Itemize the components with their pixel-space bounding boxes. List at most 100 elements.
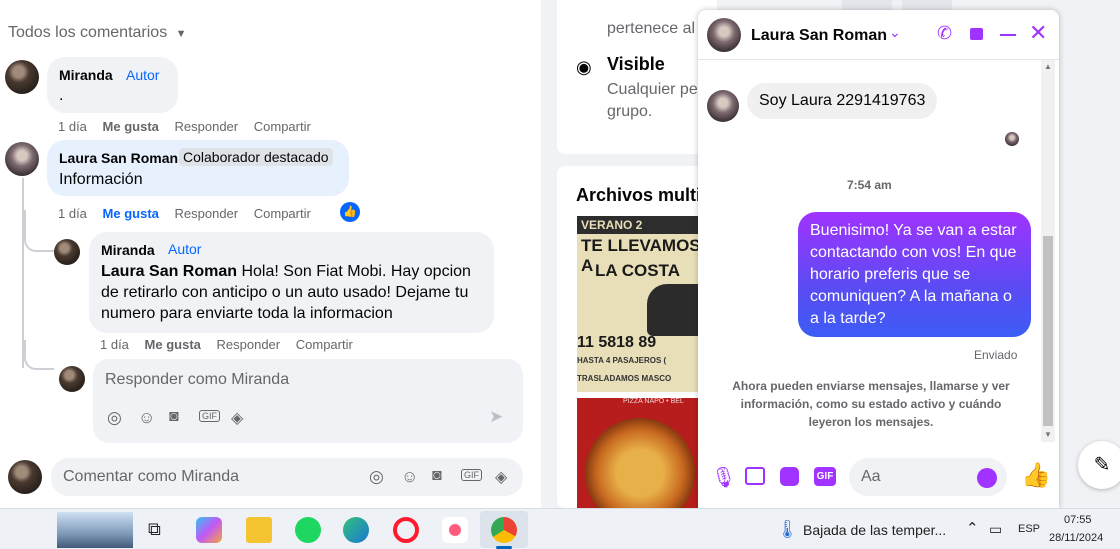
sticker-icon[interactable]: ◈ bbox=[231, 408, 243, 428]
like-button[interactable]: Me gusta bbox=[103, 119, 159, 134]
message-text: Soy Laura 2291419763 bbox=[759, 92, 926, 109]
sticker-icon[interactable]: ◈ bbox=[495, 467, 507, 487]
camera-icon[interactable]: ◙ bbox=[169, 408, 179, 426]
incoming-message[interactable]: Soy Laura 2291419763 bbox=[747, 83, 938, 119]
message-input[interactable]: Aa bbox=[849, 458, 1007, 496]
chevron-up-icon[interactable]: ⌃ bbox=[966, 519, 979, 537]
chevron-down-icon: ▼ bbox=[175, 28, 187, 40]
comment-author[interactable]: Miranda bbox=[101, 242, 155, 258]
reply-button[interactable]: Responder bbox=[217, 337, 281, 352]
clock-time[interactable]: 07:55 bbox=[1064, 514, 1092, 526]
language-indicator[interactable]: ESP bbox=[1018, 523, 1040, 535]
outgoing-message[interactable]: Buenisimo! Ya se van a estar contactando… bbox=[798, 212, 1031, 337]
share-button[interactable]: Compartir bbox=[296, 337, 353, 352]
sticker-icon[interactable] bbox=[780, 467, 799, 486]
comment-bubble: Miranda Autor . bbox=[47, 57, 178, 113]
like-reaction-icon[interactable]: 👍 bbox=[340, 202, 360, 222]
camera-icon[interactable]: ◙ bbox=[432, 467, 442, 485]
like-button[interactable]: Me gusta bbox=[103, 206, 159, 221]
microphone-icon[interactable]: 🎙 bbox=[711, 465, 736, 490]
emoji-icon[interactable]: ☺ bbox=[138, 408, 155, 428]
copilot-icon[interactable] bbox=[196, 517, 222, 543]
thermometer-icon[interactable]: 🌡 bbox=[776, 519, 799, 540]
emoji-icon[interactable] bbox=[977, 468, 997, 488]
comment-time[interactable]: 1 día bbox=[58, 119, 87, 134]
ad-banner-text: VERANO 2 bbox=[577, 216, 707, 234]
media-thumbnail[interactable]: VERANO 2 TE LLEVAMOS A LA COSTA 11 5818 … bbox=[577, 216, 707, 392]
gif-icon[interactable]: GIF bbox=[814, 467, 836, 486]
share-button[interactable]: Compartir bbox=[254, 206, 311, 221]
widgets-button[interactable] bbox=[57, 512, 133, 548]
avatar[interactable] bbox=[8, 460, 42, 494]
scrollbar[interactable]: ▲ ▼ bbox=[1041, 60, 1055, 442]
photo-icon[interactable] bbox=[745, 467, 765, 485]
file-explorer-icon[interactable] bbox=[246, 517, 272, 543]
chevron-down-icon[interactable]: ⌄ bbox=[889, 24, 901, 41]
comment-box[interactable]: Comentar como Miranda ◎ ☺ ◙ GIF ◈ bbox=[51, 458, 523, 496]
app-icon[interactable] bbox=[442, 517, 468, 543]
chrome-icon[interactable] bbox=[491, 517, 517, 543]
weather-text[interactable]: Bajada de las temper... bbox=[803, 522, 946, 538]
gif-icon[interactable]: GIF bbox=[461, 469, 482, 481]
visible-desc-cont: grupo. bbox=[607, 103, 653, 120]
files-title[interactable]: Archivos multi bbox=[576, 185, 701, 206]
visible-title: Visible bbox=[607, 54, 665, 74]
avatar[interactable] bbox=[5, 142, 39, 176]
avatar-sticker-icon[interactable]: ◎ bbox=[369, 467, 384, 487]
comment-input[interactable]: Comentar como Miranda bbox=[63, 468, 239, 486]
media-thumbnail[interactable]: PIZZA NAPO • BEL bbox=[577, 398, 707, 508]
gif-icon[interactable]: GIF bbox=[199, 410, 220, 422]
mention-link[interactable]: Laura San Roman bbox=[101, 263, 237, 280]
comment-time[interactable]: 1 día bbox=[58, 206, 87, 221]
comment-bubble: Laura San Roman Colaborador destacado In… bbox=[47, 140, 349, 196]
send-icon[interactable]: ➤ bbox=[489, 407, 503, 427]
task-view-icon[interactable]: ⧉ bbox=[148, 519, 161, 540]
thread-connector bbox=[24, 210, 54, 252]
spotify-icon[interactable] bbox=[295, 517, 321, 543]
avatar[interactable] bbox=[707, 90, 739, 122]
ad-detail: HASTA 4 PASAJEROS ( bbox=[577, 356, 667, 365]
privacy-text: pertenece al bbox=[607, 20, 696, 37]
like-button[interactable]: Me gusta bbox=[145, 337, 201, 352]
comment-author[interactable]: Miranda bbox=[59, 67, 113, 83]
author-badge: Autor bbox=[168, 241, 202, 257]
comment-time[interactable]: 1 día bbox=[100, 337, 129, 352]
reply-button[interactable]: Responder bbox=[175, 119, 239, 134]
close-icon[interactable]: ✕ bbox=[1029, 20, 1047, 46]
avatar[interactable] bbox=[707, 18, 741, 52]
visible-desc: Cualquier pe bbox=[607, 81, 698, 98]
comment-text: Información bbox=[59, 171, 143, 188]
reply-input[interactable]: Responder como Miranda bbox=[105, 371, 289, 389]
minimize-icon[interactable] bbox=[1000, 34, 1016, 36]
new-message-button[interactable]: ✎ bbox=[1078, 441, 1120, 489]
author-badge: Autor bbox=[126, 67, 160, 83]
scroll-up-icon[interactable]: ▲ bbox=[1044, 62, 1052, 71]
ad-detail: TRASLADAMOS MASCO bbox=[577, 374, 672, 383]
phone-icon[interactable]: ✆ bbox=[937, 23, 952, 44]
comment-author[interactable]: Laura San Roman bbox=[59, 150, 178, 166]
avatar[interactable] bbox=[59, 366, 85, 392]
encryption-notice: Ahora pueden enviarse mensajes, llamarse… bbox=[732, 379, 1010, 429]
eye-icon: ◉ bbox=[576, 57, 592, 77]
clock-date[interactable]: 28/11/2024 bbox=[1049, 532, 1103, 544]
share-button[interactable]: Compartir bbox=[254, 119, 311, 134]
comments-filter[interactable]: Todos los comentarios ▼ bbox=[8, 24, 187, 42]
chat-contact-name[interactable]: Laura San Roman bbox=[751, 27, 887, 45]
video-icon[interactable] bbox=[970, 28, 983, 40]
comment-text: . bbox=[59, 87, 64, 104]
reply-button[interactable]: Responder bbox=[175, 206, 239, 221]
opera-icon[interactable] bbox=[393, 517, 419, 543]
ad-text: PIZZA NAPO • BEL bbox=[623, 398, 684, 405]
avatar-sticker-icon[interactable]: ◎ bbox=[107, 408, 122, 428]
reply-box[interactable]: Responder como Miranda ◎ ☺ ◙ GIF ◈ ➤ bbox=[93, 359, 523, 443]
emoji-icon[interactable]: ☺ bbox=[401, 467, 418, 487]
scrollbar-thumb[interactable] bbox=[1043, 236, 1053, 426]
scroll-down-icon[interactable]: ▼ bbox=[1044, 430, 1052, 439]
chat-header: Laura San Roman ⌄ ✆ ✕ bbox=[698, 10, 1059, 60]
avatar[interactable] bbox=[5, 60, 39, 94]
thumbs-up-icon[interactable]: 👍 bbox=[1021, 461, 1051, 490]
message-input-placeholder: Aa bbox=[861, 468, 881, 485]
edge-icon[interactable] bbox=[343, 517, 369, 543]
network-icon[interactable]: ▭ bbox=[989, 521, 1002, 538]
avatar[interactable] bbox=[54, 239, 80, 265]
